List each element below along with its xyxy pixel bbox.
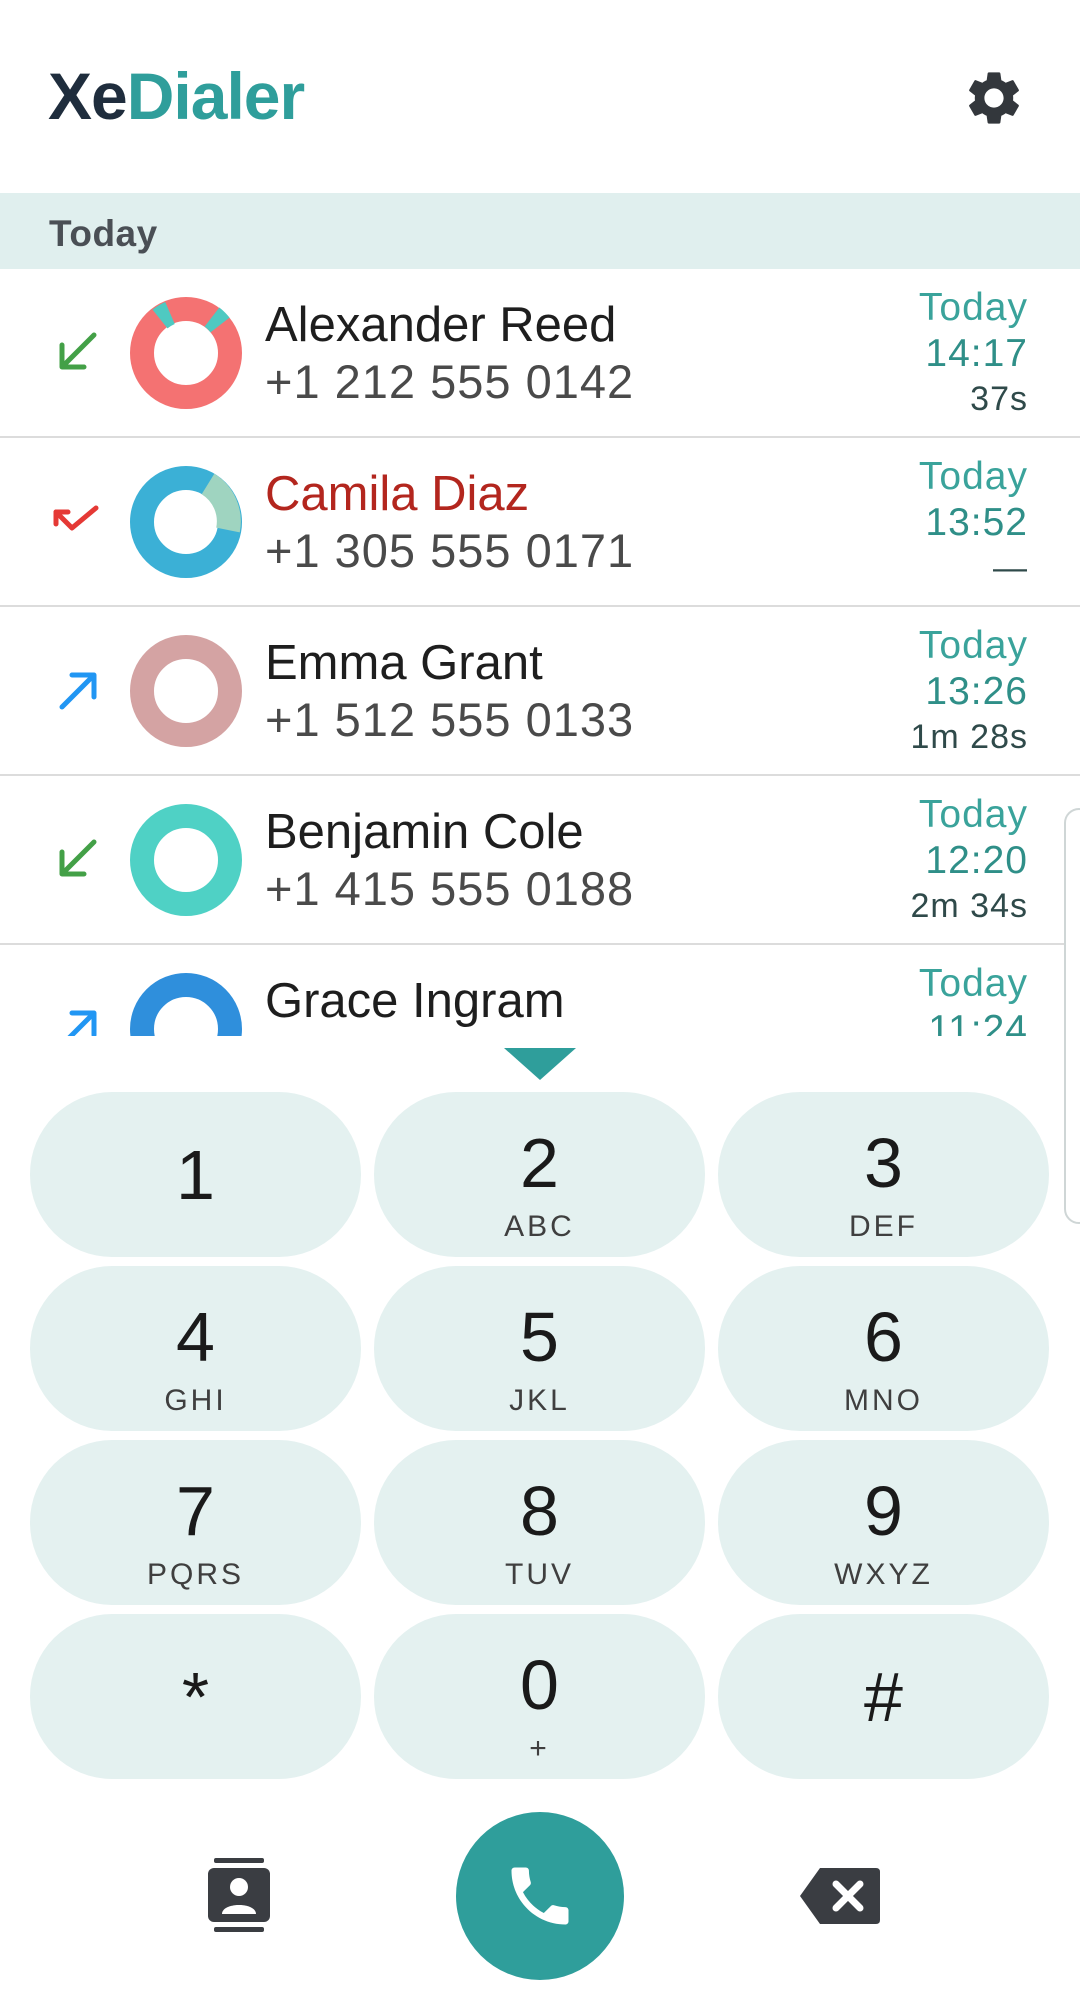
call-meta: Today 13:26 1m 28s [911,623,1029,759]
outgoing-call-icon [59,672,97,710]
dial-key-8[interactable]: 8 TUV [374,1440,705,1605]
contact-number: +1 415 555 0188 [265,862,635,915]
dialpad: 1 2 ABC 3 DEF 4 GHI 5 JKL 6 MNO 7 PQRS 8… [0,1092,1080,1792]
call-log-row[interactable]: Benjamin Cole +1 415 555 0188 Today 12:2… [0,776,1080,945]
call-day: Today [918,455,1028,498]
contacts-icon [208,1858,270,1932]
avatar [130,973,242,1036]
call-time: 13:52 [925,501,1028,544]
key-letters: PQRS [146,1558,245,1591]
missed-call-icon [53,505,99,531]
avatar [130,466,242,578]
call-time: 11:24 [928,1008,1028,1036]
key-digit: 6 [864,1298,903,1376]
app-logo: XeDialer [48,58,305,134]
call-duration: 1m 28s [910,718,1028,756]
contact-number: +1 212 555 0142 [265,355,635,408]
key-letters: MNO [844,1384,923,1417]
key-letters: WXYZ [834,1558,933,1591]
call-duration: 37s [970,380,1028,418]
dial-key-9[interactable]: 9 WXYZ [718,1440,1049,1605]
key-letters: GHI [164,1384,227,1417]
app-header: XeDialer [0,0,1080,193]
call-meta: Today 12:20 2m 34s [911,792,1029,928]
key-digit: 1 [176,1136,215,1214]
call-day: Today [918,962,1028,1005]
call-meta: Today 11:24 [919,961,1028,1036]
call-meta: Today 14:17 37s [919,285,1028,421]
key-digit: 4 [176,1298,215,1376]
call-meta: Today 13:52 — [919,454,1028,590]
call-day: Today [918,286,1028,329]
key-letters: + [529,1732,550,1765]
key-digit: 9 [864,1472,903,1550]
dial-key-hash[interactable]: # [718,1614,1049,1779]
dial-key-0[interactable]: 0 + [374,1614,705,1779]
phone-icon [511,1867,569,1925]
call-time: 12:20 [925,839,1028,882]
contact-name: Grace Ingram [265,974,565,1028]
key-digit: 3 [864,1124,903,1202]
contact-name: Emma Grant [265,636,543,690]
key-digit: 8 [520,1472,559,1550]
call-log-row[interactable]: Camila Diaz +1 305 555 0171 Today 13:52 … [0,438,1080,607]
call-day: Today [918,793,1028,836]
call-button[interactable] [456,1812,624,1980]
contacts-button[interactable] [208,1858,270,1932]
contact-number: +1 305 555 0171 [265,524,635,577]
call-time: 13:26 [925,670,1028,713]
call-log-list[interactable]: Alexander Reed +1 212 555 0142 Today 14:… [0,269,1080,1036]
dial-key-3[interactable]: 3 DEF [718,1092,1049,1257]
call-duration: — [993,549,1028,587]
key-digit: 7 [176,1472,215,1550]
contact-number: +1 512 555 0133 [265,693,635,746]
backspace-button[interactable] [800,1868,880,1924]
logo-part-dialer: Dialer [126,59,305,133]
outgoing-call-icon [67,1010,97,1036]
dial-key-6[interactable]: 6 MNO [718,1266,1049,1431]
key-digit: # [864,1658,903,1736]
contact-name: Camila Diaz [265,467,530,521]
section-header-today: Today [0,193,1080,269]
call-duration: 2m 34s [910,887,1028,925]
avatar [130,297,242,409]
call-day: Today [918,624,1028,667]
dial-key-2[interactable]: 2 ABC [374,1092,705,1257]
incoming-call-icon [59,839,97,877]
logo-part-xe: Xe [48,59,128,133]
incoming-call-icon [59,332,97,370]
gear-icon [969,72,1019,124]
caret-down-icon[interactable] [504,1048,576,1080]
avatar [130,804,242,916]
dial-key-4[interactable]: 4 GHI [30,1266,361,1431]
avatar [130,635,242,747]
call-time: 14:17 [925,332,1028,375]
dial-key-5[interactable]: 5 JKL [374,1266,705,1431]
backspace-icon [800,1868,880,1924]
settings-button[interactable] [962,66,1026,130]
key-letters: TUV [505,1558,574,1591]
key-digit: 0 [520,1646,559,1724]
contact-name: Benjamin Cole [265,805,584,859]
call-log-row[interactable]: Emma Grant +1 512 555 0133 Today 13:26 1… [0,607,1080,776]
contact-name: Alexander Reed [265,298,617,352]
dial-key-star[interactable]: * [30,1614,361,1779]
dial-key-1[interactable]: 1 [30,1092,361,1257]
key-digit: * [181,1658,210,1736]
key-letters: JKL [509,1384,570,1417]
key-letters: ABC [504,1210,575,1243]
call-log-row[interactable]: Grace Ingram Today 11:24 [0,945,1080,1036]
key-letters: DEF [849,1210,918,1243]
section-title: Today [49,213,158,254]
key-digit: 2 [520,1124,559,1202]
call-log-row[interactable]: Alexander Reed +1 212 555 0142 Today 14:… [0,269,1080,438]
dial-key-7[interactable]: 7 PQRS [30,1440,361,1605]
key-digit: 5 [520,1298,559,1376]
